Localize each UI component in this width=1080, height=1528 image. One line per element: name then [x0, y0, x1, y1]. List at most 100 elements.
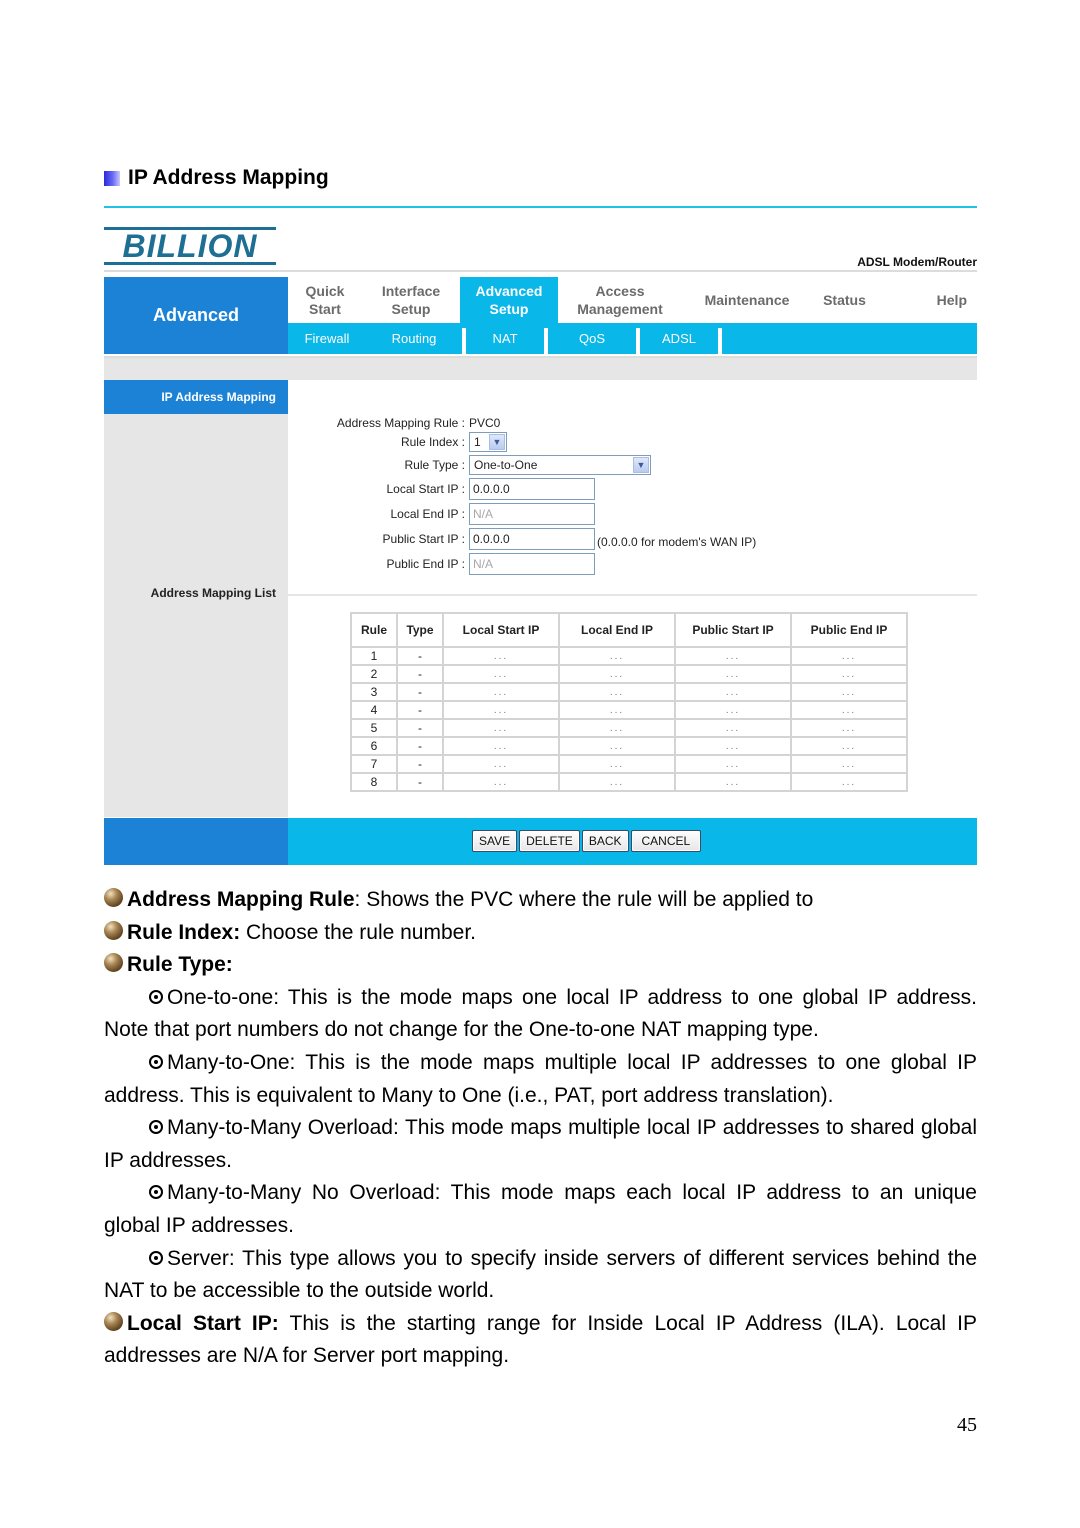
- table-cell: ...: [444, 738, 558, 754]
- save-button[interactable]: SAVE: [472, 830, 518, 852]
- nav-advanced-setup[interactable]: Advanced Setup: [460, 277, 558, 323]
- table-cell: ...: [560, 756, 674, 772]
- billion-logo: BILLION: [104, 227, 276, 265]
- table-cell: ...: [792, 720, 906, 736]
- circle-bullet-icon: [149, 1250, 163, 1265]
- subnav-firewall[interactable]: Firewall: [288, 323, 366, 354]
- table-cell: 3: [352, 684, 396, 700]
- desc-rule-index: Choose the rule number.: [240, 920, 476, 944]
- table-cell: ...: [792, 648, 906, 664]
- table-cell: -: [398, 702, 442, 718]
- nav-maintenance[interactable]: Maintenance: [682, 277, 812, 323]
- table-cell: -: [398, 756, 442, 772]
- table-cell: ...: [560, 720, 674, 736]
- local-start-ip-input[interactable]: 0.0.0.0: [469, 478, 595, 500]
- local-end-label: Local End IP :: [390, 507, 466, 521]
- table-cell: ...: [676, 648, 790, 664]
- term-rule-type: Rule Type:: [127, 953, 233, 977]
- subnav-nat[interactable]: NAT: [466, 323, 544, 354]
- para-rule-type: Rule Type:: [104, 949, 977, 982]
- subnav-separator: [718, 328, 722, 354]
- table-cell: ...: [560, 774, 674, 790]
- rule-index-row: Rule Index : 1 ▼: [288, 431, 977, 453]
- subnav-routing[interactable]: Routing: [366, 323, 462, 354]
- table-row: 7-............: [352, 756, 906, 772]
- type-desc: Server: This type allows you to specify …: [104, 1246, 977, 1303]
- public-start-ip-input[interactable]: 0.0.0.0: [469, 528, 595, 550]
- type-one-to-one: One-to-one: This is the mode maps one lo…: [104, 982, 977, 1047]
- bullet-ball-icon: [104, 920, 123, 940]
- nav-help[interactable]: Help: [877, 277, 977, 323]
- table-cell: ...: [444, 720, 558, 736]
- table-cell: ...: [560, 666, 674, 682]
- local-end-ip-input[interactable]: N/A: [469, 503, 595, 525]
- col-public-start-ip: Public Start IP: [676, 614, 790, 646]
- table-cell: ...: [676, 702, 790, 718]
- sub-nav: Firewall Routing NAT QoS ADSL: [288, 323, 977, 354]
- public-start-row: Public Start IP : 0.0.0.0 (0.0.0.0 for m…: [288, 528, 977, 550]
- table-cell: -: [398, 666, 442, 682]
- doc-body: Address Mapping Rule: Shows the PVC wher…: [104, 884, 977, 1373]
- public-start-label: Public Start IP :: [382, 532, 465, 546]
- side-title: Advanced: [104, 277, 288, 354]
- bullet-ball-icon: [104, 953, 123, 973]
- subnav-adsl[interactable]: ADSL: [640, 323, 718, 354]
- term-rule-index: Rule Index:: [127, 920, 241, 944]
- table-cell: -: [398, 720, 442, 736]
- table-cell: ...: [792, 666, 906, 682]
- rule-label: Address Mapping Rule :: [336, 416, 465, 430]
- col-public-end-ip: Public End IP: [792, 614, 906, 646]
- col-local-end-ip: Local End IP: [560, 614, 674, 646]
- delete-button[interactable]: DELETE: [519, 830, 580, 852]
- left-menu-ip-address-mapping[interactable]: IP Address Mapping: [104, 380, 288, 414]
- table-cell: ...: [560, 684, 674, 700]
- nav-interface-setup[interactable]: Interface Setup: [362, 277, 460, 323]
- back-button[interactable]: BACK: [581, 830, 629, 852]
- footer-left: [104, 818, 288, 865]
- subnav-qos[interactable]: QoS: [548, 323, 636, 354]
- public-end-ip-input[interactable]: N/A: [469, 553, 595, 575]
- nav-access-management[interactable]: Access Management: [558, 277, 682, 323]
- table-cell: 1: [352, 648, 396, 664]
- table-cell: ...: [444, 756, 558, 772]
- local-end-row: Local End IP : N/A: [288, 503, 977, 525]
- table-row: 8-............: [352, 774, 906, 790]
- table-cell: ...: [792, 702, 906, 718]
- cancel-button[interactable]: CANCEL: [630, 830, 702, 852]
- rule-type-select[interactable]: One-to-One ▼: [469, 455, 651, 475]
- table-cell: ...: [444, 774, 558, 790]
- para-rule-index: Rule Index: Choose the rule number.: [104, 917, 977, 950]
- type-desc: Many-to-Many No Overload: This mode maps…: [104, 1181, 977, 1237]
- rule-index-select[interactable]: 1 ▼: [469, 432, 507, 452]
- type-many-to-many-overload: Many-to-Many Overload: This mode maps mu…: [104, 1112, 977, 1177]
- chevron-down-icon: ▼: [489, 434, 505, 450]
- table-cell: 7: [352, 756, 396, 772]
- action-buttons: SAVE DELETE BACK CANCEL: [472, 830, 702, 852]
- para-address-mapping-rule: Address Mapping Rule: Shows the PVC wher…: [104, 884, 977, 917]
- type-server: Server: This type allows you to specify …: [104, 1243, 977, 1308]
- col-type: Type: [398, 614, 442, 646]
- table-row: 3-............: [352, 684, 906, 700]
- table-cell: ...: [560, 738, 674, 754]
- table-cell: ...: [444, 666, 558, 682]
- square-bullet-icon: [104, 170, 120, 186]
- rule-type-row: Rule Type : One-to-One ▼: [288, 454, 977, 476]
- chevron-down-icon: ▼: [633, 457, 649, 473]
- table-cell: -: [398, 684, 442, 700]
- table-cell: ...: [560, 702, 674, 718]
- table-cell: ...: [676, 684, 790, 700]
- page-number: 45: [957, 1414, 977, 1436]
- circle-bullet-icon: [149, 1054, 163, 1069]
- bullet-ball-icon: [104, 888, 123, 907]
- type-desc: One-to-one: This is the mode maps one lo…: [104, 985, 977, 1042]
- table-cell: 2: [352, 666, 396, 682]
- title-bar: [104, 358, 977, 380]
- nav-quick-start[interactable]: Quick Start: [288, 277, 362, 323]
- table-cell: 4: [352, 702, 396, 718]
- table-row: 2-............: [352, 666, 906, 682]
- local-start-row: Local Start IP : 0.0.0.0: [288, 478, 977, 500]
- table-row: 1-............: [352, 648, 906, 664]
- term-address-mapping-rule: Address Mapping Rule: [127, 888, 355, 911]
- table-header-row: Rule Type Local Start IP Local End IP Pu…: [352, 614, 906, 646]
- nav-status[interactable]: Status: [812, 277, 877, 323]
